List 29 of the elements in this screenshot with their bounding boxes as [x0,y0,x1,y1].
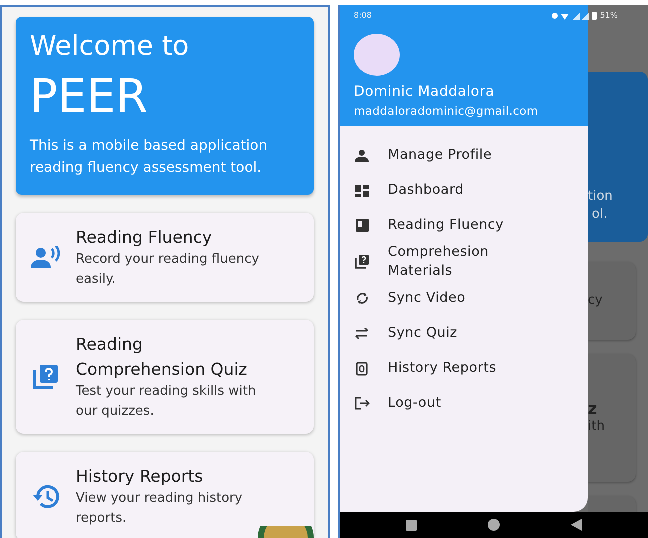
menu-item[interactable]: Reading Fluency [388,216,518,235]
partial-text: cy [588,292,604,310]
welcome-title: Welcome to [30,30,190,64]
card-description: View your reading history reports. [76,490,244,528]
menu-item[interactable]: Comprehesion Materials [388,243,518,281]
menu-item[interactable]: Dashboard [388,181,518,200]
menu-item[interactable]: Sync Quiz [388,324,518,343]
menu-item[interactable]: Log-out [388,394,518,413]
welcome-description: This is a mobile based application reading fluency assessment tool. [30,137,269,178]
menu-item[interactable]: Sync Video [388,289,518,308]
user-name: Dominic Maddalora [354,84,496,100]
card-title: Reading Fluency [76,227,212,249]
card-title: History Reports [76,466,204,488]
status-time: 8:08 [354,11,372,20]
card-description: Record your reading fluency easily. [76,251,260,289]
partial-text: ith [588,418,605,436]
partial-text: tion [588,188,614,206]
user-email: maddaloradominic@gmail.com [354,104,540,118]
partial-text: z [588,400,598,418]
app-name: PEER [30,68,149,125]
feature-card[interactable]: Reading Fluency Record your reading fluency easily. [16,213,314,302]
menu-item[interactable]: Manage Profile [388,146,518,165]
battery-level: 51% [600,11,618,20]
card-title: Reading Comprehension Quiz [76,334,248,381]
menu-item[interactable]: History Reports [388,359,518,378]
feature-card[interactable]: Reading Comprehension Quiz Test your reading skills with our quizzes. [16,320,314,434]
partial-text: ol. [591,206,609,224]
card-description: Test your reading skills with our quizzes. [76,383,258,421]
feature-card[interactable]: History Reports View your reading history reports. [16,452,314,538]
